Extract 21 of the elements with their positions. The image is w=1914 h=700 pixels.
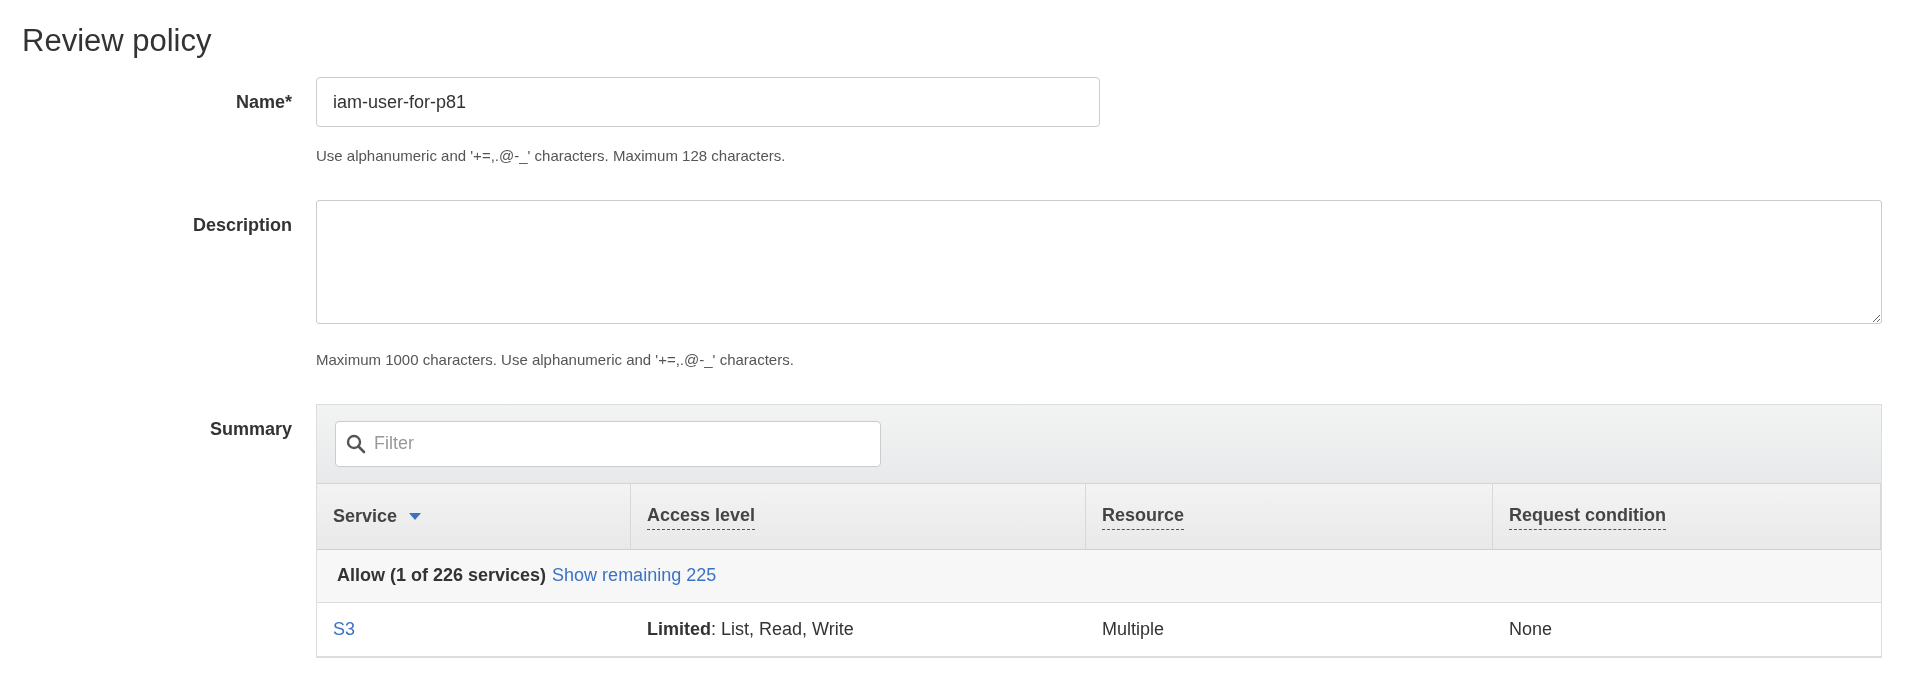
description-field[interactable]: [316, 199, 1882, 324]
table-cell-text: Limited: List, Read, Write: [647, 617, 854, 641]
field-label: Summary: [208, 417, 292, 441]
page-title: Review policy: [22, 22, 213, 60]
service-link[interactable]: S3: [333, 615, 356, 643]
field-hint: Maximum 1000 characters. Use alphanumeric and '+=,.@-_' characters.: [316, 350, 795, 371]
column-header[interactable]: Service: [317, 483, 631, 550]
field-hint: Use alphanumeric and '+=,.@-_' characters. Maximum 128 characters.: [316, 146, 787, 167]
column-header[interactable]: Resource: [1102, 502, 1185, 531]
group-label: Allow (1 of 226 services): [337, 564, 547, 588]
name-field[interactable]: iam-user-for-p81: [316, 77, 1100, 128]
field-label: Description: [191, 213, 292, 237]
sort-caret-icon: [409, 512, 422, 520]
show-remaining-link[interactable]: Show remaining 225: [552, 562, 717, 590]
column-header[interactable]: Access level: [647, 502, 756, 531]
search-icon: [346, 433, 366, 454]
column-header[interactable]: Request condition: [1509, 502, 1666, 531]
filter-field[interactable]: Filter: [335, 420, 881, 467]
table-cell-text: None: [1509, 617, 1553, 641]
field-label: Name*: [234, 91, 292, 115]
table-cell-text: Multiple: [1102, 617, 1165, 641]
